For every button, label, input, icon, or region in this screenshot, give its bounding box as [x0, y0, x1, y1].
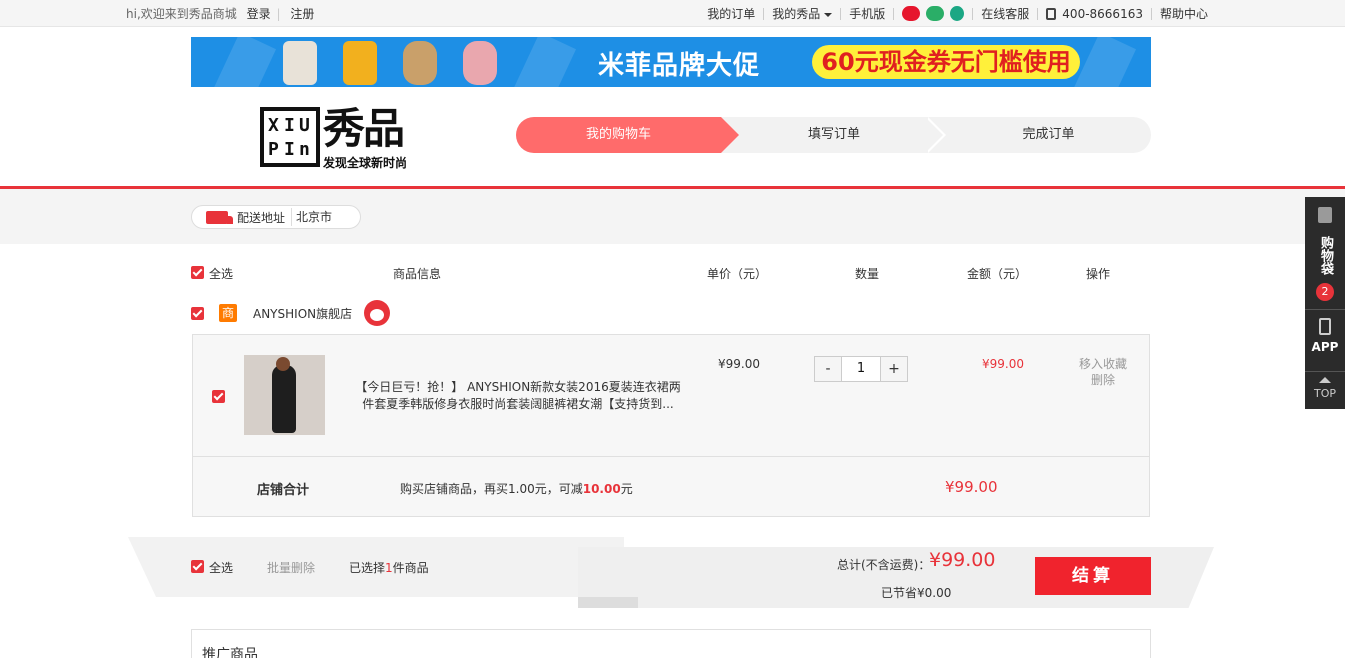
promo-amount: 10.00 [582, 482, 621, 496]
welcome-area: hi,欢迎来到秀品商城 登录 | 注册 [126, 5, 314, 22]
top-bar: hi,欢迎来到秀品商城 登录 | 注册 我的订单 我的秀品 手机版 在线客服 4… [0, 0, 1345, 27]
line-total: ¥99.00 [982, 357, 1024, 371]
footer-select-all-label: 全选 [209, 561, 234, 575]
backpack-image [403, 41, 437, 85]
banner-coupon: 60元现金券无门槛使用 [812, 45, 1080, 79]
shopping-bag-label[interactable]: 购物袋 [1315, 227, 1335, 283]
bag-count-badge: 2 [1316, 283, 1334, 301]
qty-increase-button[interactable]: + [881, 357, 907, 381]
column-actions: 操作 [1086, 267, 1111, 281]
top-nav: 我的订单 我的秀品 手机版 在线客服 400-8666163 帮助中心 [707, 5, 1208, 22]
delivery-address-selector[interactable]: 配送地址 北京市 [191, 205, 361, 229]
select-all-checkbox[interactable] [191, 266, 204, 279]
my-xiupin-dropdown[interactable]: 我的秀品 [772, 5, 833, 22]
quantity-stepper: - 1 + [814, 356, 908, 382]
login-link[interactable]: 登录 [247, 7, 271, 21]
cart-item-group: 【今日巨亏！抢！】 ANYSHION新款女装2016夏装连衣裙两件套夏季韩版修身… [192, 334, 1150, 517]
truck-icon [206, 210, 233, 224]
product-name[interactable]: 【今日巨亏！抢！】 ANYSHION新款女装2016夏装连衣裙两件套夏季韩版修身… [353, 379, 683, 413]
step-cart: 我的购物车 [516, 117, 739, 153]
logo-name: 秀品 [323, 104, 405, 153]
qty-input[interactable]: 1 [841, 357, 881, 381]
store-total-label: 店铺合计 [257, 483, 310, 498]
shop-icon: 商 [219, 304, 237, 322]
address-city[interactable]: 北京市 [291, 208, 332, 226]
store-header: 商 ANYSHION旗舰店 [191, 300, 391, 326]
selected-count-text: 已选择1件商品 [349, 561, 429, 575]
promo-banner[interactable]: 米菲品牌大促 60元现金券无门槛使用 [191, 37, 1151, 87]
column-amount: 金额（元） [967, 267, 1028, 281]
total-label: 总计(不含运费)： [837, 558, 931, 572]
separator: | [276, 7, 281, 21]
select-all-label: 全选 [209, 267, 234, 281]
store-promo-text: 购买店铺商品，再买1.00元，可减10.00元 [400, 482, 633, 496]
store-total-amount: ¥99.00 [945, 478, 998, 496]
help-center-link[interactable]: 帮助中心 [1160, 5, 1208, 22]
logo-mark[interactable]: X I U P I n [260, 107, 320, 167]
column-product-info: 商品信息 [393, 267, 442, 281]
backpack-image [463, 41, 497, 85]
saved-amount: 已节省¥0.00 [881, 586, 952, 600]
unit-price: ¥99.00 [718, 357, 760, 371]
mobile-link[interactable]: 手机版 [849, 5, 885, 22]
step-fill-order: 填写订单 [807, 127, 860, 142]
weibo-icon[interactable] [902, 6, 921, 21]
delete-item-link[interactable]: 删除 [1079, 372, 1127, 388]
logo-slogan: 发现全球新时尚 [323, 156, 408, 170]
phone-icon [1046, 7, 1057, 20]
store-name[interactable]: ANYSHION旗舰店 [253, 305, 352, 322]
chevron-down-icon [824, 12, 833, 17]
step-complete: 完成订单 [1022, 127, 1075, 142]
recommended-title: 推广商品 [202, 647, 258, 658]
product-thumbnail[interactable] [244, 355, 325, 435]
store-mascot-icon [364, 300, 391, 326]
checkout-button[interactable]: 结算 [1035, 557, 1151, 595]
arrow-up-icon[interactable] [1319, 377, 1331, 383]
checkout-steps: 我的购物车 填写订单 完成订单 [516, 117, 1151, 153]
social-links [902, 6, 965, 21]
wechat-icon[interactable] [926, 6, 945, 21]
item-actions: 移入收藏 删除 [1079, 356, 1127, 388]
address-label: 配送地址 [237, 210, 286, 225]
column-quantity: 数量 [855, 267, 880, 281]
grand-total: ¥99.00 [929, 549, 996, 571]
store-checkbox[interactable] [191, 306, 204, 320]
register-link[interactable]: 注册 [290, 7, 314, 21]
right-sidebar: 购物袋 2 APP TOP [1305, 197, 1345, 409]
qq-icon[interactable] [950, 6, 965, 21]
recommended-section: 推广商品 [191, 629, 1151, 658]
qty-decrease-button[interactable]: - [815, 357, 841, 381]
my-orders-link[interactable]: 我的订单 [707, 5, 755, 22]
item-checkbox[interactable] [212, 390, 225, 403]
welcome-text: hi,欢迎来到秀品商城 [126, 7, 237, 21]
hotline-number: 400-8666163 [1062, 6, 1143, 21]
mobile-icon[interactable] [1319, 318, 1331, 335]
footer-select-all-checkbox[interactable] [191, 560, 204, 573]
back-to-top-button[interactable]: TOP [1305, 387, 1345, 400]
online-service-link[interactable]: 在线客服 [981, 5, 1029, 22]
banner-headline: 米菲品牌大促 [598, 51, 761, 81]
luggage-image [343, 41, 377, 85]
move-to-favorites-link[interactable]: 移入收藏 [1079, 356, 1127, 372]
batch-delete-button[interactable]: 批量删除 [267, 559, 315, 576]
app-link[interactable]: APP [1305, 340, 1345, 354]
luggage-image [283, 41, 317, 85]
column-unit-price: 单价（元） [707, 267, 768, 281]
shopping-bag-icon[interactable] [1318, 207, 1332, 223]
